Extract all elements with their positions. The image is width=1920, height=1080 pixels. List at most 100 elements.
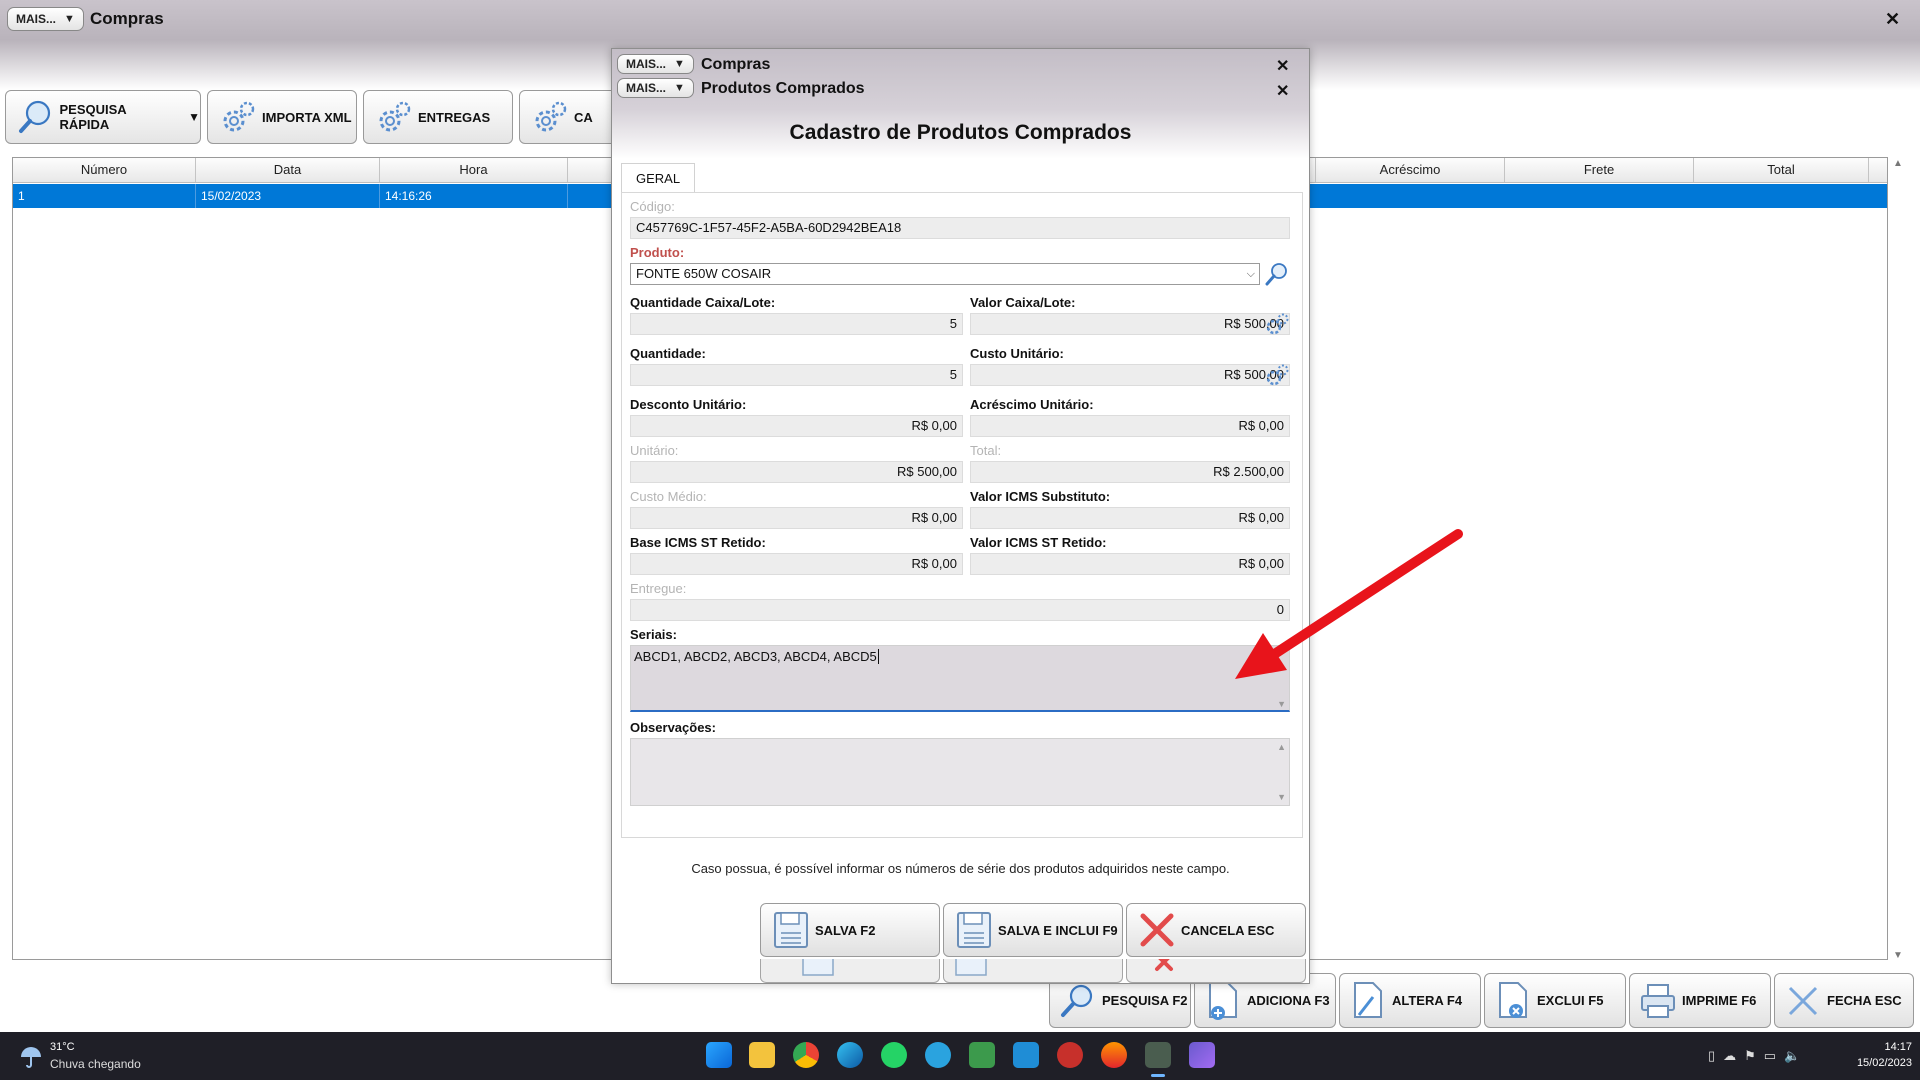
salva-button[interactable]: SALVA F2: [760, 903, 940, 957]
altera-label: ALTERA F4: [1392, 993, 1463, 1008]
fecha-button[interactable]: FECHA ESC: [1774, 973, 1914, 1028]
floppy-disk-icon: [771, 909, 811, 951]
spreadsheet-icon[interactable]: [969, 1042, 995, 1068]
gears-icon: [530, 97, 570, 137]
codigo-field: C457769C-1F57-45F2-A5BA-60D2942BEA18: [630, 217, 1290, 239]
app-red-icon[interactable]: [1057, 1042, 1083, 1068]
quantidade-field[interactable]: 5: [630, 364, 963, 386]
altera-button[interactable]: ALTERA F4: [1339, 973, 1481, 1028]
scroll-down-icon[interactable]: ▼: [1277, 699, 1286, 709]
total-field: R$ 2.500,00: [970, 461, 1290, 483]
col-header[interactable]: Hora: [380, 158, 568, 182]
qtd-caixa-label: Quantidade Caixa/Lote:: [630, 295, 776, 310]
col-header[interactable]: Frete: [1505, 158, 1694, 182]
cancela-button[interactable]: CANCELA ESC: [1126, 903, 1306, 957]
dropdown-arrow-icon: ▼: [188, 110, 200, 124]
qtd-caixa-field[interactable]: 5: [630, 313, 963, 335]
adiciona-label: ADICIONA F3: [1247, 993, 1330, 1008]
floppy-disk-icon: [954, 909, 994, 951]
main-window-title: Compras: [90, 9, 164, 28]
file-explorer-icon[interactable]: [749, 1042, 775, 1068]
codigo-label: Código:: [630, 199, 675, 214]
entregas-button[interactable]: ENTREGAS: [363, 90, 513, 144]
seriais-textarea[interactable]: ABCD1, ABCD2, ABCD3, ABCD4, ABCD5 ▼: [630, 645, 1290, 712]
outlook-icon[interactable]: [1013, 1042, 1039, 1068]
cell-data: 15/02/2023: [196, 184, 380, 208]
main-close-icon[interactable]: ✕: [1885, 9, 1900, 30]
gears-icon[interactable]: [1264, 362, 1290, 388]
windows-start-icon[interactable]: [706, 1042, 732, 1068]
produtos-comprados-dialog: MAIS... ▼ Compras ✕ MAIS... ▼ Produtos Com…: [611, 48, 1310, 984]
custo-medio-label: Custo Médio:: [630, 489, 707, 504]
chrome-icon[interactable]: [793, 1042, 819, 1068]
active-app-indicator: [1151, 1074, 1165, 1077]
desconto-field[interactable]: R$ 0,00: [630, 415, 963, 437]
search-produto-icon[interactable]: [1264, 261, 1290, 287]
salva-label: SALVA F2: [815, 922, 876, 938]
dialog-bar2-close-icon[interactable]: ✕: [1276, 81, 1289, 101]
main-mais-button[interactable]: MAIS... ▼: [7, 7, 84, 31]
importa-xml-button[interactable]: IMPORTA XML: [207, 90, 357, 144]
scroll-up-icon[interactable]: ▲: [1277, 742, 1286, 752]
app-purple-icon[interactable]: [1189, 1042, 1215, 1068]
total-label: Total:: [970, 443, 1002, 458]
whatsapp-icon[interactable]: [881, 1042, 907, 1068]
weather-text: Chuva chegando: [50, 1057, 141, 1071]
gears-icon: [374, 97, 414, 137]
edge-icon[interactable]: [837, 1042, 863, 1068]
scroll-down-icon[interactable]: ▼: [1277, 792, 1286, 802]
valor-caixa-field[interactable]: R$ 500,00: [970, 313, 1290, 335]
main-titlebar: MAIS... ▼ Compras ✕: [0, 0, 1920, 40]
pesquisa-rapida-label: PESQUISA RÁPIDA: [59, 102, 127, 132]
delete-document-icon: [1493, 980, 1533, 1022]
col-header[interactable]: Número: [13, 158, 196, 182]
mais-label: MAIS...: [16, 12, 57, 26]
custo-unitario-field[interactable]: R$ 500,00: [970, 364, 1290, 386]
salva-e-inclui-label: SALVA E INCLUI F9: [998, 922, 1118, 938]
toolbar-fourth-label: CA: [574, 109, 593, 125]
tab-geral[interactable]: GERAL: [621, 163, 696, 193]
ghost-button: [760, 959, 940, 983]
pesquisa-label: PESQUISA F2: [1102, 993, 1188, 1008]
weather-icon[interactable]: [18, 1043, 44, 1072]
chevron-down-icon[interactable]: ⌵: [1247, 264, 1255, 284]
valor-caixa-label: Valor Caixa/Lote:: [970, 295, 1076, 310]
dialog-mais-button-1[interactable]: MAIS... ▼: [617, 54, 694, 74]
base-icms-field[interactable]: R$ 0,00: [630, 553, 963, 575]
cancel-x-icon: [1137, 909, 1177, 951]
dialog-heading: Cadastro de Produtos Comprados: [789, 121, 1132, 144]
pesquisa-rapida-button[interactable]: PESQUISA RÁPIDA ▼: [5, 90, 201, 144]
weather-temp: 31°C: [50, 1041, 75, 1053]
exclui-button[interactable]: EXCLUI F5: [1484, 973, 1626, 1028]
unitario-field: R$ 500,00: [630, 461, 963, 483]
produto-label: Produto:: [630, 245, 685, 260]
entregue-field: 0: [630, 599, 1290, 621]
col-header[interactable]: Data: [196, 158, 380, 182]
dialog-bar1-close-icon[interactable]: ✕: [1276, 56, 1289, 76]
geral-panel: Código: C457769C-1F57-45F2-A5BA-60D2942B…: [621, 192, 1303, 838]
imprime-button[interactable]: IMPRIME F6: [1629, 973, 1771, 1028]
ghost-button: [1126, 959, 1306, 983]
acrescimo-field[interactable]: R$ 0,00: [970, 415, 1290, 437]
printer-icon: [1638, 980, 1678, 1022]
search-icon: [16, 97, 55, 137]
scroll-down-icon[interactable]: ▼: [1889, 950, 1907, 961]
col-header[interactable]: Total: [1694, 158, 1869, 182]
firefox-icon[interactable]: [1101, 1042, 1127, 1068]
base-icms-label: Base ICMS ST Retido:: [630, 535, 766, 550]
grid-scrollbar[interactable]: ▲ ▼: [1889, 158, 1907, 961]
telegram-icon[interactable]: [925, 1042, 951, 1068]
produto-select[interactable]: FONTE 650W COSAIR ⌵: [630, 263, 1260, 285]
produto-value: FONTE 650W COSAIR: [636, 266, 772, 281]
salva-e-inclui-button[interactable]: SALVA E INCLUI F9: [943, 903, 1123, 957]
dialog-mais-button-2[interactable]: MAIS... ▼: [617, 78, 694, 98]
dropdown-arrow-icon: ▼: [674, 58, 685, 70]
dropdown-arrow-icon: ▼: [674, 82, 685, 94]
system-tray-icons[interactable]: ▯☁⚑▭🔈: [1708, 1048, 1808, 1064]
scroll-up-icon[interactable]: ▲: [1889, 158, 1907, 169]
col-header[interactable]: Acréscimo: [1316, 158, 1505, 182]
erp-app-icon[interactable]: [1145, 1042, 1171, 1068]
observacoes-textarea[interactable]: ▲ ▼: [630, 738, 1290, 806]
gears-icon[interactable]: [1264, 311, 1290, 337]
cell-numero: 1: [13, 184, 196, 208]
